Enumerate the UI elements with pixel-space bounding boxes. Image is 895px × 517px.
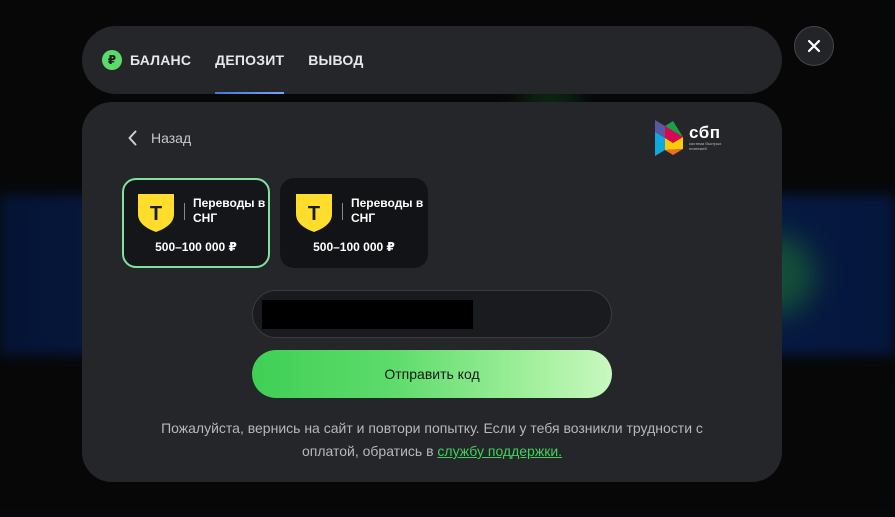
payment-methods: T Переводы в СНГ 500–100 000 ₽ T Перевод… xyxy=(122,178,438,268)
svg-text:T: T xyxy=(308,203,320,225)
help-message: Пожалуйста, вернись на сайт и повтори по… xyxy=(161,420,703,459)
svg-text:T: T xyxy=(150,203,162,225)
ruble-icon: ₽ xyxy=(102,50,122,70)
tab-withdraw-label: ВЫВОД xyxy=(308,52,364,68)
sbp-logo-icon xyxy=(655,120,683,156)
sbp-subtitle: система быстрых платежей xyxy=(689,141,722,151)
close-icon xyxy=(807,39,821,53)
tinkoff-logo-icon: T xyxy=(138,194,174,232)
payment-method-range: 500–100 000 ₽ xyxy=(155,240,237,254)
sbp-logo: сбп система быстрых платежей xyxy=(655,120,731,156)
tab-balance-label: БАЛАНС xyxy=(130,52,192,68)
chevron-left-icon xyxy=(128,130,137,146)
payment-method-name: Переводы в СНГ xyxy=(193,196,266,225)
send-code-button[interactable]: Отправить код xyxy=(252,350,612,398)
payment-method-name: Переводы в СНГ xyxy=(351,196,424,225)
payment-method-range: 500–100 000 ₽ xyxy=(313,240,395,254)
tab-deposit-label: ДЕПОЗИТ xyxy=(215,52,285,68)
payment-method-card[interactable]: T Переводы в СНГ 500–100 000 ₽ xyxy=(122,178,270,268)
tinkoff-logo-icon: T xyxy=(296,194,332,232)
sbp-title: сбп xyxy=(689,123,721,142)
back-label: Назад xyxy=(151,130,192,146)
support-link[interactable]: службу поддержки. xyxy=(437,443,562,459)
deposit-modal: Назад сбп система быстрых платежей T Пер… xyxy=(82,102,782,482)
payment-method-card[interactable]: T Переводы в СНГ 500–100 000 ₽ xyxy=(280,178,428,268)
phone-input[interactable] xyxy=(262,300,473,329)
tab-withdraw[interactable]: ВЫВОД xyxy=(308,26,363,94)
tab-bar: ₽ БАЛАНС ДЕПОЗИТ ВЫВОД xyxy=(82,26,782,94)
help-text: Пожалуйста, вернись на сайт и повтори по… xyxy=(132,417,732,463)
close-button[interactable] xyxy=(794,26,834,66)
tab-balance[interactable]: ₽ БАЛАНС xyxy=(102,26,191,94)
tab-deposit[interactable]: ДЕПОЗИТ xyxy=(215,26,285,94)
back-button[interactable]: Назад xyxy=(128,130,191,146)
phone-field-wrapper xyxy=(252,290,612,338)
